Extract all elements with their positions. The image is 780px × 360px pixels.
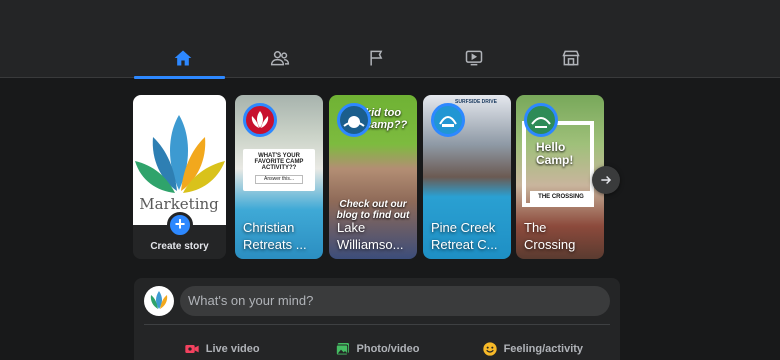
add-story-button[interactable]: + <box>167 212 193 238</box>
photo-video-button[interactable]: Photo/video <box>299 332 454 360</box>
story-card[interactable]: Hello Camp! THE CROSSING The Crossing <box>516 95 604 259</box>
story-title: Pine Creek Retreat C... <box>431 220 498 252</box>
create-story-card[interactable]: Marketing + Create story <box>133 95 226 259</box>
marketing-logo-icon <box>150 291 168 309</box>
tab-friends[interactable] <box>231 38 328 78</box>
story-avatar <box>243 103 277 137</box>
stories-tray: Marketing + Create story WHAT'S YOUR FAV… <box>133 95 623 259</box>
create-story-label: Create story <box>150 241 209 252</box>
tab-watch[interactable] <box>426 38 523 78</box>
story-overlay-card: WHAT'S YOUR FAVORITE CAMP ACTIVITY?? Ans… <box>243 149 315 191</box>
story-avatar <box>431 103 465 137</box>
whats-on-your-mind-input[interactable]: What's on your mind? <box>180 286 610 316</box>
stories-next-button[interactable] <box>592 166 620 194</box>
friends-icon <box>270 51 289 66</box>
marketplace-icon <box>562 50 580 66</box>
watch-icon <box>465 50 483 66</box>
photo-icon <box>335 343 349 356</box>
post-composer: What's on your mind? Live video Photo/vi… <box>134 278 620 360</box>
story-title: Lake Williamso... <box>337 220 404 252</box>
home-icon <box>174 50 191 66</box>
divider <box>144 324 610 325</box>
story-avatar <box>524 103 558 137</box>
tab-marketplace[interactable] <box>523 38 620 78</box>
avatar[interactable] <box>144 286 174 316</box>
create-story-image: Marketing <box>133 95 226 225</box>
story-card[interactable]: WHAT'S YOUR FAVORITE CAMP ACTIVITY?? Ans… <box>235 95 323 259</box>
story-card[interactable]: kid too camp?? Check out our blog to fin… <box>329 95 417 259</box>
story-avatar <box>337 103 371 137</box>
arrow-right-icon <box>601 175 612 185</box>
flag-icon <box>370 50 383 66</box>
marketing-logo-icon: Marketing <box>135 115 225 213</box>
feeling-activity-label: Feeling/activity <box>503 343 584 355</box>
brand-text: Marketing <box>139 195 219 213</box>
feeling-activity-button[interactable]: Feeling/activity <box>455 332 610 360</box>
tab-home[interactable] <box>134 38 231 79</box>
live-video-label: Live video <box>205 343 260 355</box>
composer-actions: Live video Photo/video Feeling/activity <box>144 332 610 360</box>
photo-video-label: Photo/video <box>356 343 420 355</box>
story-title: The Crossing <box>524 220 576 252</box>
main-nav-tabs <box>134 38 620 79</box>
live-video-button[interactable]: Live video <box>144 332 299 360</box>
live-video-icon <box>185 345 199 353</box>
tab-pages[interactable] <box>328 38 425 78</box>
top-navigation-bar <box>0 0 780 79</box>
story-title: Christian Retreats ... <box>243 220 307 252</box>
story-card[interactable]: SURFSIDE DRIVE Pine Creek Retreat C... <box>423 95 511 259</box>
smiley-icon <box>482 342 497 356</box>
